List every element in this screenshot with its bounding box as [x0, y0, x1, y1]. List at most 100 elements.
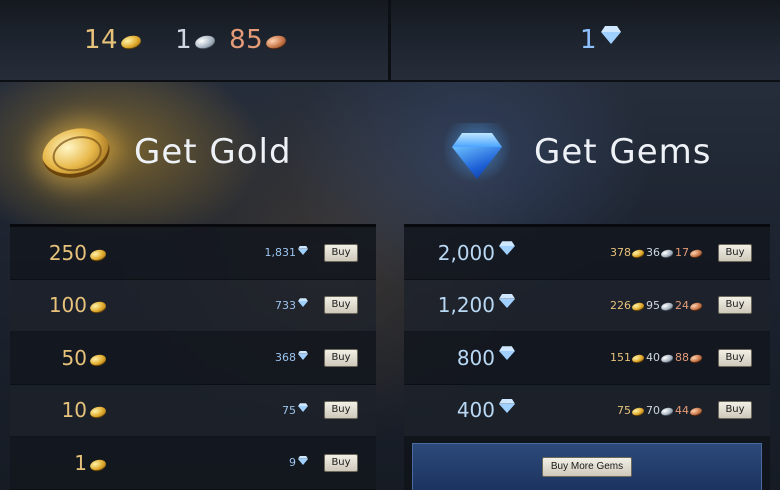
gem-icon [298, 406, 308, 413]
gold-amount-value: 10 [61, 398, 87, 423]
get-gems-header: Get Gems [440, 110, 712, 194]
copper-cost-value: 24 [675, 298, 689, 312]
gold-cost-value: 378 [610, 246, 631, 260]
gold-coin-icon [631, 301, 645, 312]
gold-coin-icon [631, 248, 645, 259]
gem-wallet: 1 [580, 22, 622, 58]
gold-offer-cost: 368 [275, 351, 308, 364]
silver-cost-value: 40 [646, 351, 660, 365]
buy-more-gems-bar: Buy More Gems [412, 443, 762, 490]
gem-icon [298, 353, 308, 360]
silver-coin-icon [660, 301, 674, 312]
get-gold-header: Get Gold [37, 110, 292, 194]
copper-coin-icon [689, 248, 703, 259]
gold-amount-value: 100 [48, 293, 87, 318]
gold-cost-value: 151 [610, 351, 631, 365]
gem-offer-row: 800 151 40 88 Buy [404, 332, 770, 385]
gem-offer-cost: 75 70 44 [617, 403, 703, 417]
silver-coin-icon [660, 248, 674, 259]
gold-offer-amount: 250 [48, 240, 107, 265]
gold-cost-value: 226 [610, 298, 631, 312]
gold-offer-cost: 9 [289, 456, 308, 469]
wallet-divider [388, 0, 391, 82]
gold-coin-icon [89, 405, 107, 420]
buy-more-gems-button[interactable]: Buy More Gems [541, 457, 633, 477]
wallet-gold-amount: 14 [84, 25, 119, 55]
gem-amount-value: 800 [456, 345, 495, 370]
gem-offer-amount: 800 [457, 346, 515, 370]
gem-offer-row: 2,000 378 36 17 Buy [404, 227, 770, 280]
buy-button[interactable]: Buy [324, 401, 358, 420]
gold-offer-amount: 100 [48, 293, 107, 318]
gold-coin-large-icon [37, 117, 115, 187]
gem-amount-value: 400 [456, 398, 495, 423]
gold-offer-row: 50 368 Buy [10, 332, 376, 385]
buy-button[interactable]: Buy [324, 296, 358, 315]
gold-offer-amount: 1 [74, 450, 107, 475]
gem-icon [499, 246, 515, 256]
gem-offer-cost: 151 40 88 [610, 351, 703, 365]
gold-offer-cost: 733 [275, 299, 308, 312]
gold-offer-row: 250 1,831 Buy [10, 227, 376, 280]
gold-amount-value: 250 [48, 240, 87, 265]
gem-offer-cost: 378 36 17 [610, 246, 703, 260]
copper-coin-icon [689, 301, 703, 312]
gold-coin-icon [119, 33, 143, 51]
silver-coin-icon [660, 353, 674, 364]
wallet-gem-amount: 1 [580, 25, 598, 55]
silver-cost-value: 95 [646, 298, 660, 312]
gem-icon [298, 301, 308, 308]
gem-icon [499, 298, 515, 308]
gold-offer-amount: 10 [61, 398, 107, 423]
gold-coin-icon [631, 353, 645, 364]
gold-offer-cost: 1,831 [264, 246, 308, 260]
wallet-bar: 14 1 85 1 [0, 0, 780, 82]
gem-amount-value: 2,000 [437, 240, 495, 265]
gem-cost-value: 9 [289, 456, 296, 470]
gold-cost-value: 75 [617, 403, 631, 417]
gem-offer-row: 1,200 226 95 24 Buy [404, 279, 770, 332]
gem-amount-value: 1,200 [437, 293, 495, 318]
gold-coin-icon [89, 300, 107, 315]
get-gold-title: Get Gold [134, 132, 292, 172]
gold-offer-row: 10 75 Buy [10, 384, 376, 437]
gem-cost-value: 75 [282, 403, 296, 417]
wallet-silver-amount: 1 [175, 25, 193, 55]
gem-cost-value: 733 [275, 298, 296, 312]
gem-large-icon [440, 117, 510, 187]
gem-icon [298, 248, 308, 255]
gold-coin-icon [89, 247, 107, 262]
silver-coin-icon [660, 406, 674, 417]
gold-offer-row: 1 9 Buy [10, 437, 376, 490]
buy-button[interactable]: Buy [718, 296, 752, 315]
buy-button[interactable]: Buy [718, 348, 752, 367]
gem-offer-amount: 400 [457, 398, 515, 422]
gem-offer-amount: 2,000 [438, 241, 515, 265]
coin-wallet: 14 1 85 [84, 22, 288, 58]
gold-offer-cost: 75 [282, 404, 308, 417]
wallet-copper-amount: 85 [229, 25, 264, 55]
gold-offer-row: 100 733 Buy [10, 279, 376, 332]
gem-icon [298, 458, 308, 465]
buy-button[interactable]: Buy [324, 453, 358, 472]
gem-icon [601, 32, 622, 44]
gold-offers-panel: 250 1,831 Buy 100 733 Buy 50 368 Buy 10 … [10, 224, 376, 490]
gem-icon [499, 351, 515, 361]
copper-cost-value: 44 [675, 403, 689, 417]
gem-offer-amount: 1,200 [438, 293, 515, 317]
gem-offer-row: 400 75 70 44 Buy [404, 384, 770, 437]
gem-cost-value: 1,831 [264, 246, 297, 260]
silver-cost-value: 36 [646, 246, 660, 260]
buy-button[interactable]: Buy [718, 243, 752, 262]
buy-button[interactable]: Buy [324, 348, 358, 367]
gem-icon [499, 403, 515, 413]
gold-amount-value: 50 [61, 345, 87, 370]
copper-coin-icon [689, 406, 703, 417]
buy-button[interactable]: Buy [718, 401, 752, 420]
buy-button[interactable]: Buy [324, 243, 358, 262]
gem-cost-value: 368 [275, 351, 296, 365]
silver-cost-value: 70 [646, 403, 660, 417]
gold-coin-icon [631, 406, 645, 417]
get-gems-title: Get Gems [534, 132, 712, 172]
gold-amount-value: 1 [74, 450, 87, 475]
